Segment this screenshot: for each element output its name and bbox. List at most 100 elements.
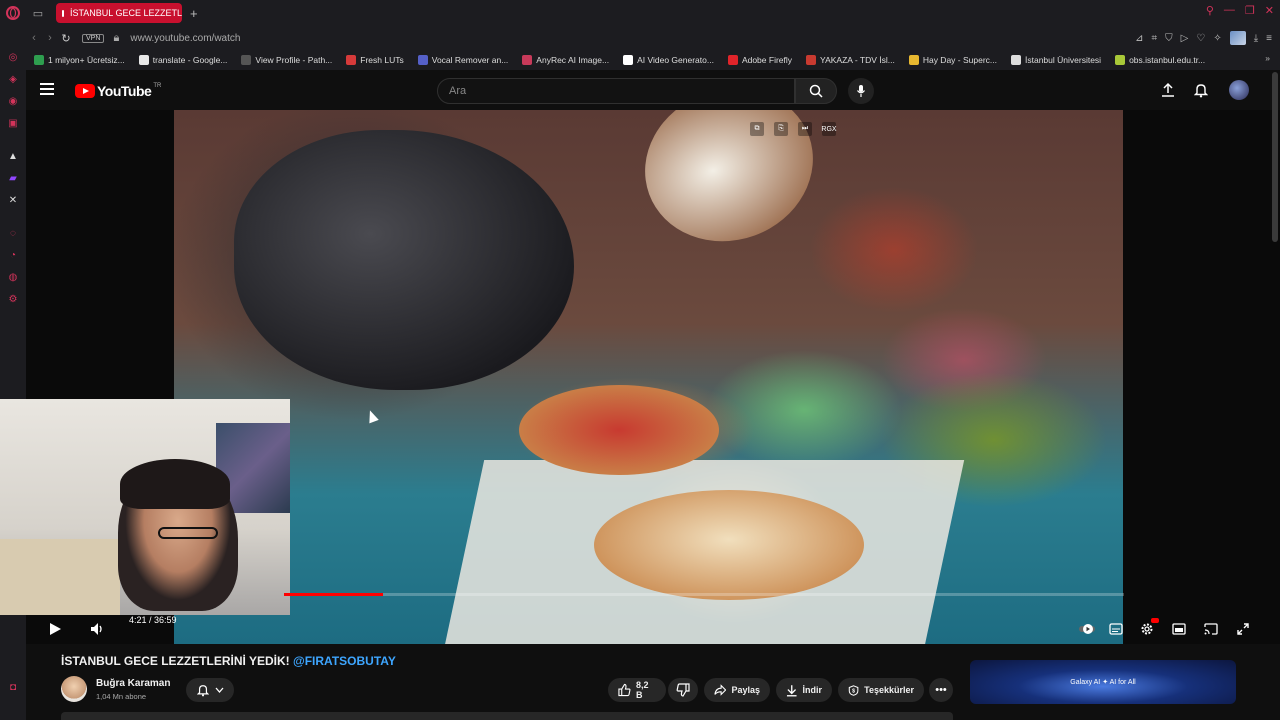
vpn-badge[interactable]: VPN xyxy=(82,33,105,43)
tab-menu-icon[interactable]: ▭ xyxy=(26,0,50,26)
progress-bar[interactable] xyxy=(284,593,1124,596)
rgx-badge[interactable]: RGX xyxy=(821,122,837,136)
share-button[interactable]: Paylaş xyxy=(704,678,770,702)
sidebar-x-icon[interactable]: ✕ xyxy=(7,195,19,207)
reload-button[interactable]: ↻ xyxy=(58,32,74,45)
lock-icon[interactable]: 🔒︎ xyxy=(108,32,124,45)
active-tab[interactable]: İSTANBUL GECE LEZZETL xyxy=(56,3,182,23)
bookmark-label: 1 milyon+ Ücretsiz... xyxy=(48,55,125,65)
snapshot-overlay-icon[interactable]: ⎘ xyxy=(774,122,788,136)
new-tab-button[interactable]: + xyxy=(190,6,198,21)
heart-icon[interactable]: ♡ xyxy=(1196,33,1205,44)
video-frame[interactable]: ⧉ ⎘ ⏭ RGX xyxy=(174,110,1123,644)
volume-button[interactable] xyxy=(88,620,106,638)
description-box[interactable] xyxy=(61,712,953,720)
autoplay-toggle[interactable] xyxy=(1078,620,1096,638)
play-button[interactable] xyxy=(46,620,64,638)
bookmark-favicon-icon xyxy=(241,55,252,65)
play-icon[interactable]: ▷ xyxy=(1181,33,1189,44)
download-icon xyxy=(786,684,797,696)
back-button[interactable]: ‹ xyxy=(26,32,42,44)
url-field[interactable]: www.youtube.com/watch xyxy=(130,33,240,44)
sidebar-clock-icon[interactable]: ◔ xyxy=(7,250,19,262)
minimize-button[interactable]: — xyxy=(1224,4,1235,17)
sidebar-twitch-icon[interactable]: ▰ xyxy=(7,173,19,185)
user-avatar[interactable] xyxy=(1229,80,1249,100)
bookmarks-more-icon[interactable]: » xyxy=(1265,53,1270,63)
thanks-button[interactable]: $ Teşekkürler xyxy=(838,678,924,702)
opera-logo-icon[interactable] xyxy=(0,0,26,26)
fullscreen-icon xyxy=(1237,623,1249,635)
video-player[interactable]: ⧉ ⎘ ⏭ RGX 4:21 / 36:59 xyxy=(0,110,1280,644)
extensions-icon[interactable]: ✧ xyxy=(1213,33,1221,44)
pin-icon[interactable]: ⊿ xyxy=(1135,33,1143,44)
bookmark-item[interactable]: Adobe Firefly xyxy=(727,55,793,65)
more-dots-icon: ••• xyxy=(935,684,947,696)
popout-icon[interactable]: ⧉ xyxy=(750,122,764,136)
bookmark-favicon-icon xyxy=(623,55,634,65)
sidebar-arrow-icon[interactable]: ▲ xyxy=(7,151,19,163)
cast-button[interactable] xyxy=(1202,620,1220,638)
bookmark-favicon-icon xyxy=(1011,55,1021,65)
progress-fill xyxy=(284,593,384,596)
bookmark-item[interactable]: Vocal Remover an... xyxy=(417,55,508,65)
voice-search-button[interactable] xyxy=(848,78,874,104)
bookmark-label: View Profile - Path... xyxy=(255,55,333,65)
subscription-bell-button[interactable] xyxy=(186,678,234,702)
sidebar-messenger-icon[interactable]: ◉ xyxy=(7,96,19,108)
bookmark-item[interactable]: YAKAZA - TDV İsl... xyxy=(806,55,895,65)
download-button[interactable]: İndir xyxy=(776,678,832,702)
bookmark-item[interactable]: AI Video Generato... xyxy=(623,55,714,65)
channel-name[interactable]: Buğra Karaman xyxy=(96,678,170,689)
channel-mention-link[interactable]: @FIRATSOBUTAY xyxy=(293,654,396,668)
download-icon[interactable]: ⤓ xyxy=(1254,33,1258,44)
page-scrollbar[interactable] xyxy=(1272,72,1278,242)
more-actions-button[interactable]: ••• xyxy=(929,678,953,702)
menu-icon[interactable]: ≡ xyxy=(1266,33,1272,44)
upload-button[interactable] xyxy=(1160,82,1176,98)
subtitles-button[interactable] xyxy=(1107,620,1125,638)
upload-icon xyxy=(1162,82,1174,97)
search-button[interactable] xyxy=(795,78,837,104)
bookmark-item[interactable]: İstanbul Üniversitesi xyxy=(1011,55,1101,65)
skip-icon[interactable]: ⏭ xyxy=(798,122,812,136)
bookmark-item[interactable]: translate - Google... xyxy=(138,55,227,65)
maximize-button[interactable]: ❐ xyxy=(1245,4,1255,17)
bookmark-item[interactable]: Hay Day - Superc... xyxy=(908,55,997,65)
close-window-button[interactable]: ✕ xyxy=(1265,4,1274,17)
time-display: 4:21 / 36:59 xyxy=(129,615,177,625)
sidebar-bag-icon[interactable]: ◈ xyxy=(7,74,19,86)
channel-avatar[interactable] xyxy=(61,676,87,702)
search-tabs-icon[interactable]: ⚲ xyxy=(1206,4,1214,17)
tab-title: İSTANBUL GECE LEZZETL xyxy=(69,8,182,18)
profile-avatar[interactable] xyxy=(1229,31,1246,45)
sidebar-ai-icon[interactable]: ◎ xyxy=(7,52,19,64)
bookmark-item[interactable]: 1 milyon+ Ücretsiz... xyxy=(34,55,125,65)
bookmark-item[interactable]: Fresh LUTs xyxy=(346,55,404,65)
search-input[interactable]: Ara xyxy=(437,78,795,104)
notifications-button[interactable] xyxy=(1193,82,1209,98)
sidebar-extension-icon[interactable]: ◘ xyxy=(7,682,19,694)
share-icon xyxy=(714,684,727,696)
sidebar-history-icon[interactable]: ◌ xyxy=(7,228,19,240)
bell-icon xyxy=(196,685,209,697)
snapshot-icon[interactable]: ⌗ xyxy=(1152,33,1158,44)
forward-button[interactable]: › xyxy=(42,32,58,44)
sidebar-notify-icon[interactable]: ◍ xyxy=(7,272,19,284)
miniplayer-button[interactable] xyxy=(1170,620,1188,638)
bookmark-label: Adobe Firefly xyxy=(741,55,793,65)
bookmark-item[interactable]: View Profile - Path... xyxy=(241,55,332,65)
sidebar-settings-icon[interactable]: ⚙ xyxy=(7,294,19,306)
miniplayer-icon xyxy=(1172,623,1186,635)
super-thanks-icon: $ xyxy=(848,684,859,696)
bookmark-item[interactable]: obs.istanbul.edu.tr... xyxy=(1115,55,1205,65)
fullscreen-button[interactable] xyxy=(1234,620,1252,638)
like-button[interactable]: 8,2 B xyxy=(608,678,666,702)
ad-banner[interactable]: Galaxy AI ✦ AI for All xyxy=(970,660,1236,704)
dislike-button[interactable] xyxy=(668,678,698,702)
sidebar-mail-icon[interactable]: ▣ xyxy=(7,118,19,130)
youtube-logo[interactable]: YouTube TR xyxy=(75,83,161,99)
shield-icon[interactable]: ⛉ xyxy=(1165,33,1173,44)
bookmark-item[interactable]: AnyRec AI Image... xyxy=(522,55,609,65)
menu-hamburger-icon[interactable] xyxy=(40,83,54,95)
